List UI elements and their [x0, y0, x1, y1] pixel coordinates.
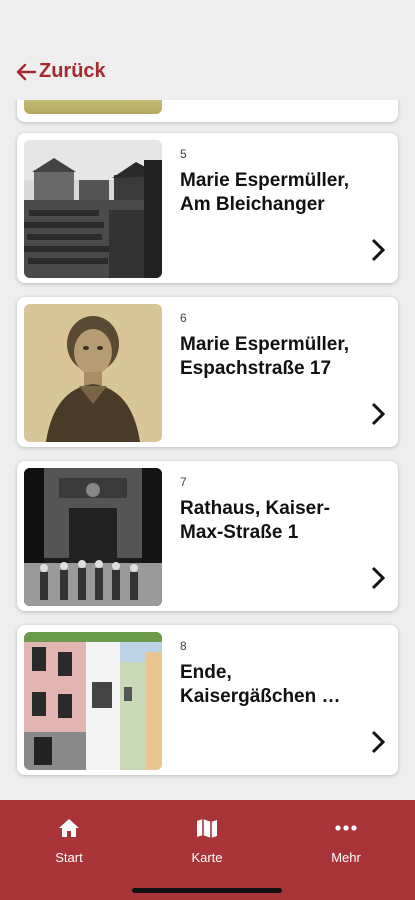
- station-title: Marie Espermüller, Espachstraße 17: [180, 334, 349, 379]
- station-card[interactable]: 8 Ende, Kaisergäßchen …: [17, 625, 398, 775]
- chevron-right-icon[interactable]: [370, 730, 386, 759]
- station-card[interactable]: 5 Marie Espermüller, Am Bleichanger: [17, 133, 398, 283]
- tab-start[interactable]: Start: [19, 815, 119, 865]
- station-title: Ende, Kaisergäßchen …: [180, 662, 341, 707]
- station-number: 7: [180, 475, 187, 489]
- tab-label: Karte: [191, 850, 223, 865]
- station-title: Marie Espermüller, Am Bleichanger: [180, 170, 349, 215]
- chevron-right-icon[interactable]: [370, 402, 386, 431]
- station-number: 5: [180, 147, 187, 161]
- station-card[interactable]: 6 Marie Espermüller, Espachstraße 17: [17, 297, 398, 447]
- station-thumbnail: [24, 468, 162, 606]
- station-list[interactable]: 5 Marie Espermüller, Am Bleichanger 6 Ma…: [0, 0, 415, 800]
- tab-mehr[interactable]: Mehr: [296, 815, 396, 865]
- tab-label: Mehr: [331, 850, 361, 865]
- chevron-right-icon[interactable]: [370, 238, 386, 267]
- top-bar: Zurück: [0, 0, 415, 100]
- map-icon: [157, 815, 257, 841]
- chevron-right-icon[interactable]: [370, 566, 386, 595]
- station-title: Rathaus, Kaiser- Max-Straße 1: [180, 498, 330, 543]
- tab-karte[interactable]: Karte: [157, 815, 257, 865]
- back-button[interactable]: Zurück: [16, 60, 106, 83]
- bottom-tab-bar: Start Karte Mehr: [0, 800, 415, 900]
- station-card[interactable]: 7 Rathaus, Kaiser- Max-Straße 1: [17, 461, 398, 611]
- home-icon: [19, 815, 119, 841]
- tab-label: Start: [55, 850, 83, 865]
- station-number: 8: [180, 639, 187, 653]
- station-thumbnail: [24, 304, 162, 442]
- station-number: 6: [180, 311, 187, 325]
- more-icon: [296, 815, 396, 841]
- station-thumbnail: [24, 632, 162, 770]
- home-indicator[interactable]: [132, 888, 282, 893]
- arrow-left-icon: [16, 63, 36, 80]
- station-thumbnail: [24, 140, 162, 278]
- back-label: Zurück: [39, 60, 106, 82]
